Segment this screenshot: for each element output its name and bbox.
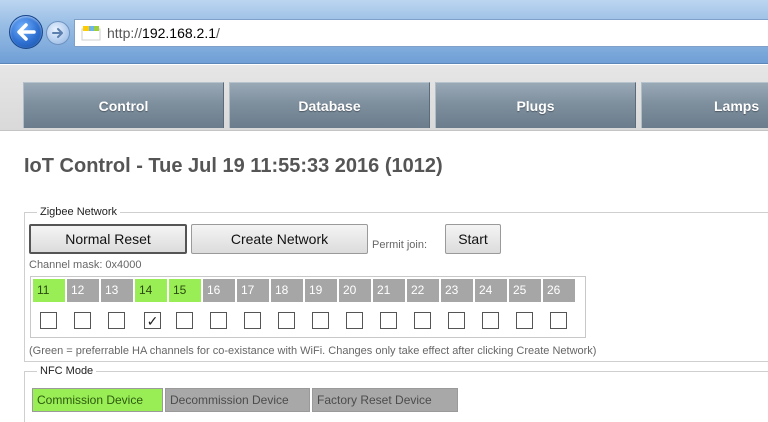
commission-device-button[interactable]: Commission Device (32, 388, 163, 412)
channel-cell-15: 15 (169, 279, 201, 302)
url-host: 192.168.2.1 (142, 25, 216, 41)
channel-checkbox-20[interactable] (346, 312, 363, 329)
channel-checkbox-24[interactable] (482, 312, 499, 329)
channel-checkbox-11[interactable] (40, 312, 57, 329)
channel-cell-14: 14 (135, 279, 167, 302)
channel-checkbox-17[interactable] (244, 312, 261, 329)
url-path: / (216, 25, 220, 41)
back-button[interactable] (9, 15, 43, 49)
arrow-left-icon (17, 23, 36, 41)
permit-join-label: Permit join: (372, 239, 428, 251)
channel-cell-21: 21 (373, 279, 405, 302)
channel-mask-label: Channel mask: 0x4000 (29, 259, 142, 271)
checkmark-icon: ✓ (146, 312, 159, 329)
channel-checkbox-23[interactable] (448, 312, 465, 329)
start-permit-join-button[interactable]: Start (445, 224, 501, 254)
channel-cell-25: 25 (509, 279, 541, 302)
main-nav: Control Database Plugs Lamps (23, 82, 768, 128)
channel-checkbox-26[interactable] (550, 312, 567, 329)
forward-button[interactable] (46, 21, 70, 45)
nfc-mode-legend: NFC Mode (37, 365, 97, 377)
address-bar[interactable]: http://192.168.2.1/ (74, 19, 768, 47)
tab-control[interactable]: Control (23, 82, 224, 128)
channel-cell-11: 11 (33, 279, 65, 302)
url-scheme: http:// (107, 25, 143, 41)
nxp-favicon-icon (81, 25, 101, 41)
channel-checkbox-18[interactable] (278, 312, 295, 329)
channel-cell-12: 12 (67, 279, 99, 302)
decommission-device-button[interactable]: Decommission Device (165, 388, 310, 412)
arrow-right-icon (52, 28, 63, 38)
channel-cell-13: 13 (101, 279, 133, 302)
channel-checkbox-14[interactable]: ✓ (144, 312, 161, 329)
channel-checkbox-25[interactable] (516, 312, 533, 329)
factory-reset-device-button[interactable]: Factory Reset Device (312, 388, 458, 412)
channel-cell-19: 19 (305, 279, 337, 302)
normal-reset-button[interactable]: Normal Reset (29, 224, 187, 254)
channel-cell-22: 22 (407, 279, 439, 302)
channel-cell-16: 16 (203, 279, 235, 302)
zigbee-network-legend: Zigbee Network (37, 206, 121, 218)
channel-cell-17: 17 (237, 279, 269, 302)
tab-database[interactable]: Database (229, 82, 430, 128)
tab-plugs[interactable]: Plugs (435, 82, 636, 128)
create-network-button[interactable]: Create Network (191, 224, 368, 254)
tab-lamps[interactable]: Lamps (641, 82, 768, 128)
channel-cell-23: 23 (441, 279, 473, 302)
channel-cell-18: 18 (271, 279, 303, 302)
channel-checkbox-13[interactable] (108, 312, 125, 329)
browser-toolbar: http://192.168.2.1/ (0, 0, 768, 64)
channel-checkbox-15[interactable] (176, 312, 193, 329)
channel-checkbox-12[interactable] (74, 312, 91, 329)
channel-checkbox-19[interactable] (312, 312, 329, 329)
channel-checkbox-22[interactable] (414, 312, 431, 329)
channel-note: (Green = preferrable HA channels for co-… (29, 345, 597, 357)
page-title: IoT Control - Tue Jul 19 11:55:33 2016 (… (24, 155, 443, 177)
channel-cell-24: 24 (475, 279, 507, 302)
channel-cell-26: 26 (543, 279, 575, 302)
channel-checkbox-21[interactable] (380, 312, 397, 329)
channel-cell-20: 20 (339, 279, 371, 302)
channel-checkbox-16[interactable] (210, 312, 227, 329)
